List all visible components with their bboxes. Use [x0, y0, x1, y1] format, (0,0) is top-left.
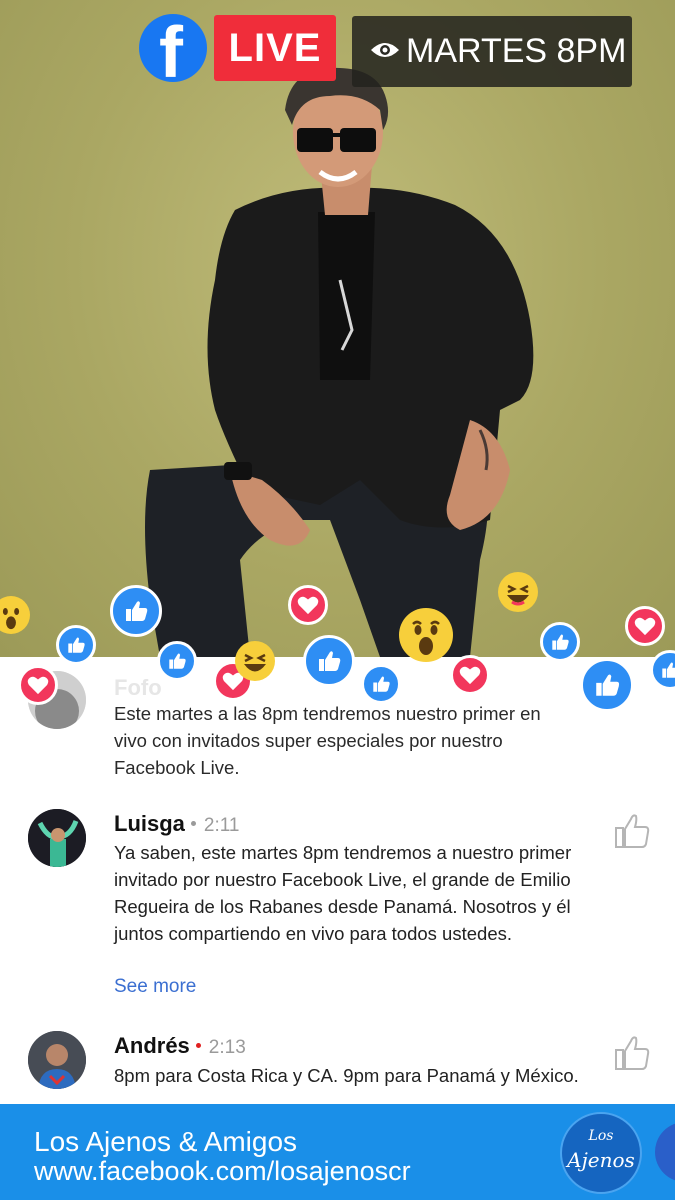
comment-text: Ya saben, este martes 8pm tendremos a nu… — [114, 842, 572, 944]
avatar-image — [28, 809, 86, 867]
like-reaction-icon — [157, 641, 197, 681]
like-thumb-icon[interactable] — [612, 811, 652, 851]
like-reaction-icon — [540, 622, 580, 662]
page-footer: Los Ajenos & Amigos www.facebook.com/los… — [0, 1104, 675, 1200]
comment-list: Fofo Este martes a las 8pm tendremos nue… — [0, 657, 675, 1104]
like-reaction-icon — [303, 635, 355, 687]
haha-reaction-icon — [235, 641, 275, 681]
like-reaction-icon — [110, 585, 162, 637]
schedule-badge: MARTES 8PM — [352, 16, 632, 87]
comment-text: 8pm para Costa Rica y CA. 9pm para Panam… — [114, 1065, 579, 1086]
comment-author[interactable]: Andrés 2:13 — [114, 1033, 246, 1059]
like-reaction-icon — [361, 664, 401, 704]
avatar[interactable] — [28, 1031, 86, 1089]
wow-reaction-icon — [399, 608, 453, 662]
eye-icon — [371, 43, 399, 58]
separator-dot — [190, 820, 196, 826]
avatar-image — [28, 1031, 86, 1089]
wow-reaction-icon — [0, 596, 30, 634]
love-reaction-icon — [18, 665, 58, 705]
avatar[interactable] — [28, 809, 86, 867]
logo-edge-decoration — [655, 1122, 675, 1182]
comment-timestamp: 2:11 — [203, 815, 240, 836]
comment-author-name: Andrés — [114, 1033, 190, 1058]
comment-author[interactable]: Fofo — [114, 675, 162, 701]
haha-reaction-icon — [498, 572, 538, 612]
love-reaction-icon — [625, 606, 665, 646]
facebook-icon: f — [139, 14, 207, 82]
like-reaction-icon — [56, 625, 96, 665]
comment-text: Este martes a las 8pm tendremos nuestro … — [114, 703, 541, 778]
love-reaction-icon — [450, 655, 490, 695]
page-title: Los Ajenos & Amigos — [34, 1126, 298, 1157]
los-ajenos-logo: Los Ajenos — [560, 1112, 642, 1194]
love-reaction-icon — [288, 585, 328, 625]
separator-dot — [195, 1042, 201, 1048]
comment-author[interactable]: Luisga 2:11 — [114, 811, 239, 837]
see-more-link[interactable]: See more — [114, 976, 196, 998]
logo-text-top: Los — [588, 1128, 614, 1144]
comment-timestamp: 2:13 — [208, 1037, 246, 1058]
schedule-label: MARTES 8PM — [406, 32, 627, 70]
page-url-link[interactable]: www.facebook.com/losajenoscr — [34, 1156, 411, 1187]
like-reaction-icon — [580, 658, 634, 712]
live-video-frame[interactable]: f LIVE MARTES 8PM — [0, 0, 675, 657]
logo-text-main: Ajenos — [567, 1148, 635, 1172]
comment-author-name: Fofo — [114, 675, 162, 700]
host-photo — [145, 67, 534, 657]
like-thumb-icon[interactable] — [612, 1033, 652, 1073]
comment-author-name: Luisga — [114, 811, 185, 836]
live-badge: LIVE — [214, 15, 336, 81]
